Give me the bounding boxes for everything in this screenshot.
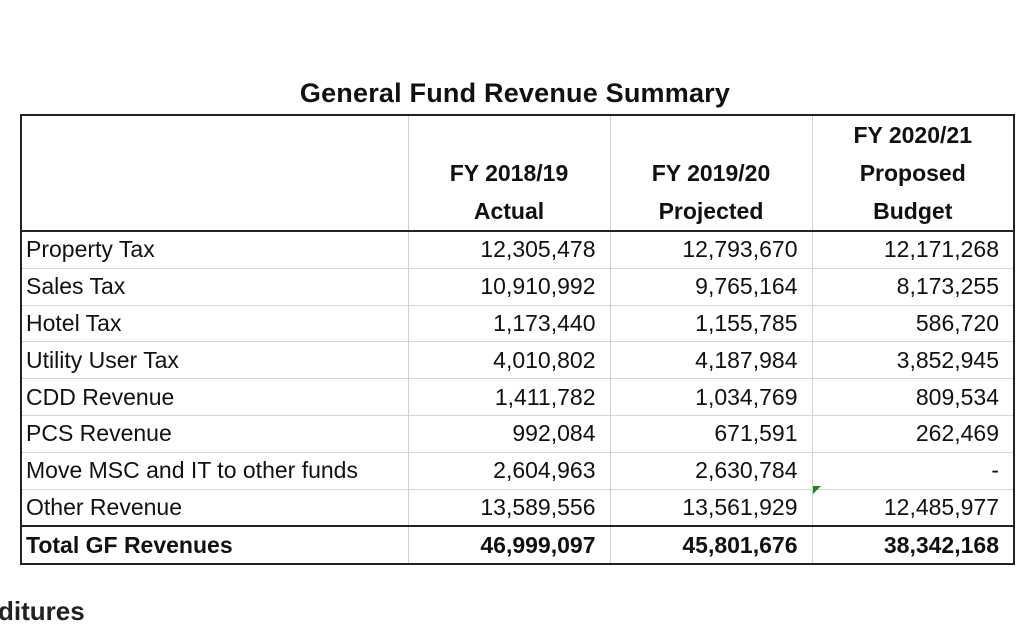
table-row: Move MSC and IT to other funds 2,604,963… (20, 451, 1015, 490)
cell-fy2020: 809,534 (811, 378, 1015, 416)
table-row: Other Revenue 13,589,556 13,561,929 12,4… (20, 488, 1015, 527)
revenue-summary-table: FY 2018/19 Actual FY 2019/20 Projected F… (20, 114, 1015, 566)
table-row: Hotel Tax 1,173,440 1,155,785 586,720 (20, 304, 1015, 342)
cell-fy2018: 1,173,440 (407, 304, 611, 342)
header-line: FY 2019/20 (651, 160, 771, 186)
row-label: Hotel Tax (20, 304, 409, 342)
total-row: Total GF Revenues 46,999,097 45,801,676 … (20, 525, 1015, 566)
header-fy2020-proposed-budget: FY 2020/21 Proposed Budget (811, 114, 1015, 232)
total-fy2018: 46,999,097 (407, 525, 611, 566)
cell-fy2018: 2,604,963 (407, 451, 611, 490)
row-label: Utility User Tax (20, 341, 409, 379)
cell-fy2020: 262,469 (811, 414, 1015, 453)
header-line: Budget (873, 198, 953, 224)
row-label: CDD Revenue (20, 378, 409, 416)
table-row: Sales Tax 10,910,992 9,765,164 8,173,255 (20, 267, 1015, 306)
cell-fy2018: 13,589,556 (407, 488, 611, 527)
cell-fy2020: 3,852,945 (811, 341, 1015, 379)
table-title: General Fund Revenue Summary (299, 78, 731, 108)
cell-fy2019: 9,765,164 (609, 267, 813, 306)
table-row: PCS Revenue 992,084 671,591 262,469 (20, 414, 1015, 453)
header-fy2019-projected: FY 2019/20 Projected (609, 114, 813, 232)
header-line: Projected (658, 198, 764, 224)
table-row: CDD Revenue 1,411,782 1,034,769 809,534 (20, 378, 1015, 416)
header-row: FY 2018/19 Actual FY 2019/20 Projected F… (20, 114, 1015, 232)
row-label: Other Revenue (20, 488, 409, 527)
row-label: Move MSC and IT to other funds (20, 451, 409, 490)
cell-fy2018: 10,910,992 (407, 267, 611, 306)
header-line: Actual (473, 198, 545, 224)
cell-fy2019: 13,561,929 (609, 488, 813, 527)
cell-fy2019: 671,591 (609, 414, 813, 453)
cropped-heading-text: ditures (0, 596, 85, 626)
total-fy2019: 45,801,676 (609, 525, 813, 566)
row-label: Sales Tax (20, 267, 409, 306)
cell-fy2020: 12,485,977 (811, 488, 1015, 527)
cell-fy2020: - (811, 451, 1015, 490)
cell-fy2019: 4,187,984 (609, 341, 813, 379)
cell-fy2018: 4,010,802 (407, 341, 611, 379)
header-label-cell (20, 114, 409, 232)
header-fy2018-actual: FY 2018/19 Actual (407, 114, 611, 232)
cell-fy2019: 1,155,785 (609, 304, 813, 342)
cell-fy2020: 12,171,268 (811, 230, 1015, 269)
header-line: FY 2020/21 (853, 122, 972, 148)
cell-fy2018: 12,305,478 (407, 230, 611, 269)
cell-fy2019: 1,034,769 (609, 378, 813, 416)
cell-fy2018: 1,411,782 (407, 378, 611, 416)
cell-fy2019: 2,630,784 (609, 451, 813, 490)
table-row: Utility User Tax 4,010,802 4,187,984 3,8… (20, 341, 1015, 379)
total-fy2020: 38,342,168 (811, 525, 1015, 566)
table-row: Property Tax 12,305,478 12,793,670 12,17… (20, 230, 1015, 269)
cell-fy2018: 992,084 (407, 414, 611, 453)
row-label: PCS Revenue (20, 414, 409, 453)
header-line: Proposed (859, 160, 966, 186)
total-label: Total GF Revenues (20, 525, 409, 566)
cell-fy2020: 8,173,255 (811, 267, 1015, 306)
row-label: Property Tax (20, 230, 409, 269)
header-line: FY 2018/19 (449, 160, 569, 186)
comment-marker-icon (813, 486, 821, 494)
cell-fy2019: 12,793,670 (609, 230, 813, 269)
cell-fy2020: 586,720 (811, 304, 1015, 342)
